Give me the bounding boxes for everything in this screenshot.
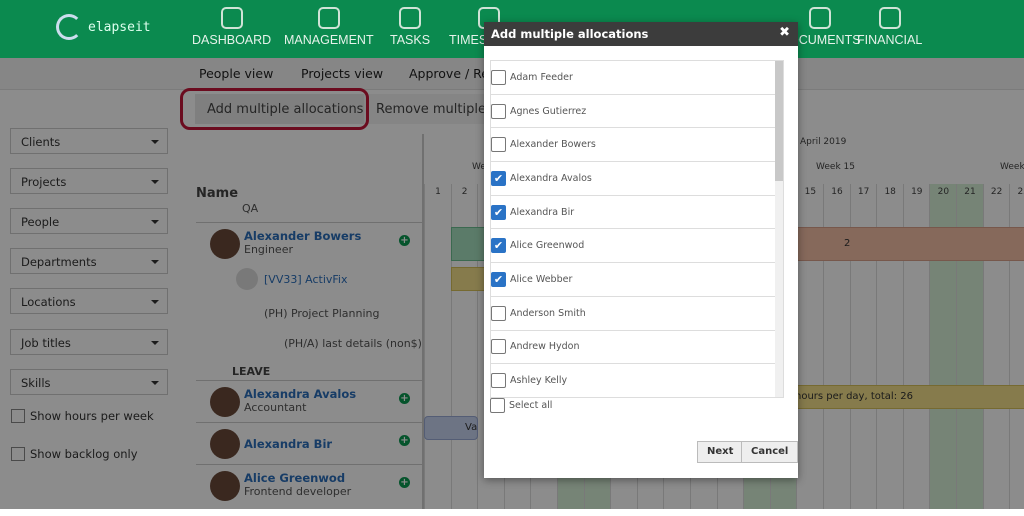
person-checkbox-item[interactable]: Anderson Smith — [491, 297, 783, 331]
dashboard-icon — [220, 7, 243, 29]
next-button[interactable]: Next — [697, 441, 744, 463]
person-checkbox-item[interactable]: ✔ Alice Webber — [491, 263, 783, 297]
add-multiple-allocations-dialog: Add multiple allocations ✖ Adam Feeder Agn… — [484, 22, 799, 478]
scrollbar[interactable] — [775, 61, 783, 397]
person-checkbox-item[interactable]: ✔ Alexandra Avalos — [491, 162, 783, 196]
close-icon[interactable]: ✖ — [779, 25, 790, 40]
checkbox[interactable]: ✔ — [491, 204, 506, 220]
person-checkbox-item[interactable]: Alexander Bowers — [491, 128, 783, 163]
checkbox[interactable]: ✔ — [491, 170, 506, 186]
checkbox[interactable] — [491, 339, 506, 355]
document-icon — [809, 7, 832, 29]
checkbox[interactable] — [491, 137, 506, 153]
nav-dashboard[interactable]: DASHBOARD — [192, 0, 271, 58]
checkbox[interactable] — [491, 373, 506, 389]
person-checkbox-item[interactable]: Ashley Kelly — [491, 364, 783, 397]
nav-tasks[interactable]: TASKS — [390, 0, 430, 58]
person-checkbox-item[interactable]: Adam Feeder — [491, 61, 783, 95]
cancel-button[interactable]: Cancel — [741, 441, 799, 463]
logo[interactable]: elapseit — [56, 14, 151, 40]
checkbox[interactable]: ✔ — [491, 271, 506, 287]
person-checkbox-item[interactable]: Andrew Hydon — [491, 331, 783, 365]
checkbox[interactable] — [491, 69, 506, 85]
select-all-checkbox[interactable]: Select all — [490, 398, 552, 413]
person-checkbox-item[interactable]: Agnes Gutierrez — [491, 95, 783, 129]
checkbox[interactable] — [491, 103, 506, 119]
checkbox[interactable] — [491, 305, 506, 321]
tasks-icon — [399, 7, 422, 29]
logo-icon — [56, 14, 82, 40]
wallet-icon — [878, 7, 901, 29]
person-checkbox-item[interactable]: ✔ Alexandra Bir — [491, 196, 783, 230]
dialog-title: Add multiple allocations ✖ — [484, 22, 798, 46]
globe-icon — [317, 7, 340, 29]
people-checklist: Adam Feeder Agnes Gutierrez Alexander Bowe… — [490, 60, 784, 398]
nav-financial[interactable]: FINANCIAL — [857, 0, 922, 58]
nav-management[interactable]: MANAGEMENT — [284, 0, 374, 58]
checkbox[interactable]: ✔ — [491, 238, 506, 254]
person-checkbox-item[interactable]: ✔ Alice Greenwod — [491, 229, 783, 264]
